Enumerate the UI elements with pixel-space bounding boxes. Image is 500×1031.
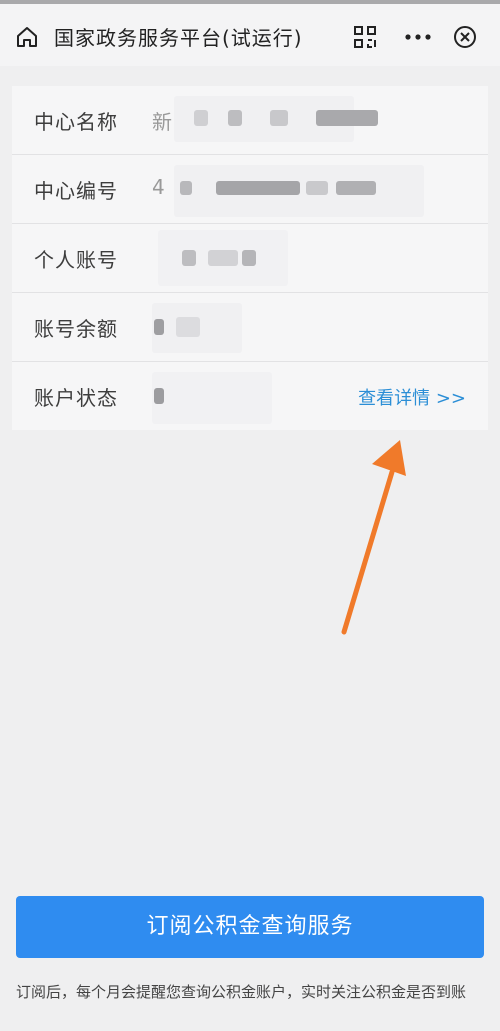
row-label: 中心名称 [34, 110, 118, 134]
row-label: 账号余额 [34, 317, 118, 341]
info-row-account-status: 账户状态 查看详情 >> [12, 362, 488, 430]
top-navigation-bar: 国家政务服务平台(试运行) [0, 0, 500, 66]
row-label: 账户状态 [34, 386, 118, 410]
row-label: 个人账号 [34, 248, 118, 272]
info-row-center-name: 中心名称 新 [12, 86, 488, 155]
row-label: 中心编号 [34, 179, 118, 203]
account-info-card: 中心名称 新 中心编号 4 个人账号 账号余额 账户状态 查看详情 >> [12, 86, 488, 430]
subscribe-button[interactable]: 订阅公积金查询服务 [16, 896, 484, 958]
arrow-annotation [341, 440, 406, 635]
subscribe-note: 订阅后，每个月会提醒您查询公积金账户，实时关注公积金是否到账 [16, 983, 467, 1001]
more-icon[interactable] [402, 24, 434, 50]
info-row-personal-account: 个人账号 [12, 224, 488, 293]
row-value: 新 [152, 110, 172, 134]
scan-icon[interactable] [352, 24, 378, 50]
close-icon[interactable] [452, 24, 478, 50]
home-icon[interactable] [14, 24, 40, 50]
info-row-center-number: 中心编号 4 [12, 155, 488, 224]
page-title: 国家政务服务平台(试运行) [54, 26, 303, 50]
row-value: 4 [152, 175, 165, 199]
view-details-link[interactable]: 查看详情 >> [358, 384, 466, 410]
info-row-account-balance: 账号余额 [12, 293, 488, 362]
